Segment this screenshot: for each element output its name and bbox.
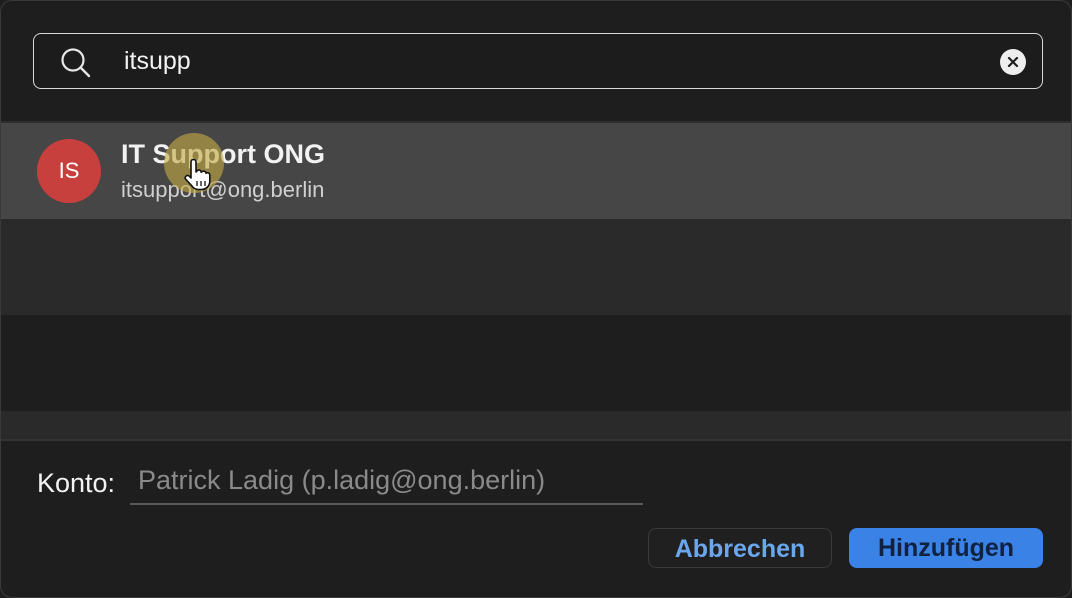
- footer-divider: [1, 439, 1071, 441]
- search-result-item[interactable]: IS IT Support ONG itsupport@ong.berlin: [1, 123, 1071, 219]
- empty-list-row: [1, 219, 1071, 315]
- add-button[interactable]: Hinzufügen: [849, 528, 1043, 568]
- empty-list-row: [1, 315, 1071, 411]
- account-label: Konto:: [37, 468, 116, 498]
- account-field[interactable]: Patrick Ladig (p.ladig@ong.berlin): [130, 461, 643, 505]
- cancel-button[interactable]: Abbrechen: [648, 528, 832, 568]
- result-email: itsupport@ong.berlin: [121, 177, 325, 202]
- hand-pointer-icon: [184, 159, 211, 191]
- empty-list-row: [1, 411, 1071, 439]
- add-contact-dialog: IS IT Support ONG itsupport@ong.berlin K…: [0, 0, 1072, 598]
- avatar: IS: [37, 139, 101, 203]
- clear-icon[interactable]: [1000, 49, 1026, 75]
- search-box[interactable]: [33, 33, 1043, 89]
- account-value: Patrick Ladig (p.ladig@ong.berlin): [138, 465, 546, 495]
- search-icon: [61, 48, 91, 78]
- search-input[interactable]: [124, 42, 984, 80]
